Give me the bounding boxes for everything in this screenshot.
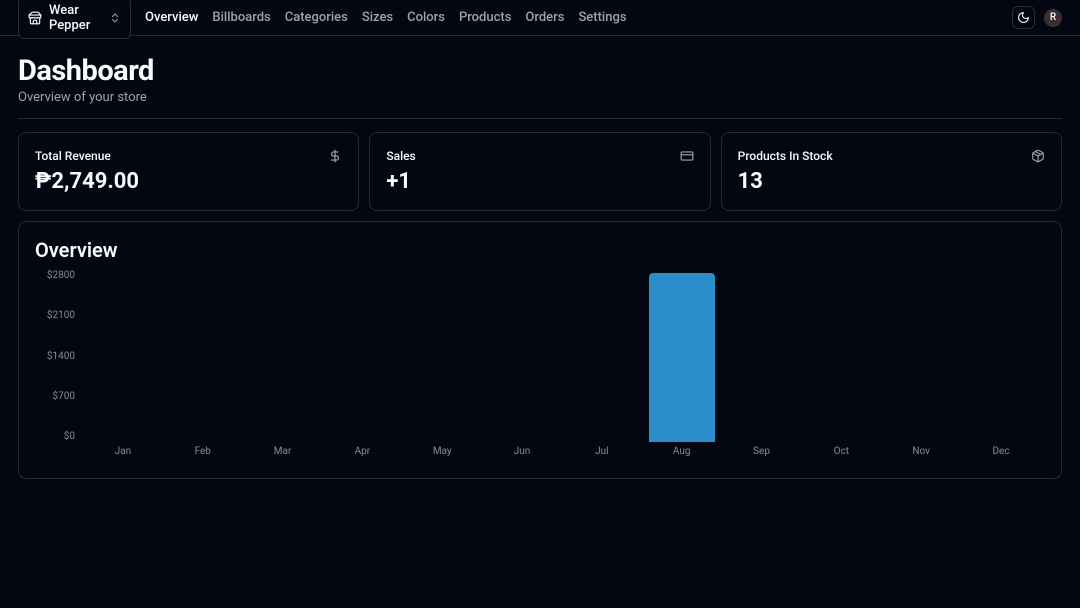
chart-x-axis: JanFebMarAprMayJunJulAugSepOctNovDec <box>83 446 1041 457</box>
x-tick: Sep <box>722 446 802 457</box>
overview-title: Overview <box>35 238 1045 262</box>
y-tick: $0 <box>64 431 75 442</box>
card-stock-label: Products In Stock <box>738 149 833 163</box>
nav-overview[interactable]: Overview <box>145 10 198 25</box>
dollar-icon <box>328 149 342 163</box>
x-tick: Jun <box>482 446 562 457</box>
card-revenue: Total Revenue ₱2,749.00 <box>18 132 359 211</box>
card-head: Products In Stock <box>738 149 1045 163</box>
page-content: Dashboard Overview of your store Total R… <box>0 36 1080 497</box>
bar-slot <box>881 270 961 442</box>
bar-slot <box>402 270 482 442</box>
package-icon <box>1031 149 1045 163</box>
bar-slot <box>163 270 243 442</box>
x-tick: Jan <box>83 446 163 457</box>
theme-toggle-button[interactable] <box>1012 6 1035 29</box>
x-tick: Oct <box>801 446 881 457</box>
card-head: Sales <box>386 149 693 163</box>
page-subtitle: Overview of your store <box>18 90 1062 105</box>
app-header: Wear Pepper Overview Billboards Categori… <box>0 0 1080 36</box>
bar-slot <box>722 270 802 442</box>
store-name: Wear Pepper <box>49 3 102 33</box>
bar-slot <box>83 270 163 442</box>
x-tick: Dec <box>961 446 1041 457</box>
chart-y-axis: $2800 $2100 $1400 $700 $0 <box>35 270 75 442</box>
card-head: Total Revenue <box>35 149 342 163</box>
chart-plot-area <box>83 270 1041 442</box>
card-stock: Products In Stock 13 <box>721 132 1062 211</box>
card-sales-value: +1 <box>386 169 693 194</box>
bar-slot <box>482 270 562 442</box>
page-title: Dashboard <box>18 54 1062 88</box>
store-switcher[interactable]: Wear Pepper <box>18 0 131 39</box>
x-tick: Aug <box>642 446 722 457</box>
x-tick: Apr <box>322 446 402 457</box>
main-nav: Overview Billboards Categories Sizes Col… <box>145 10 627 25</box>
x-tick: May <box>402 446 482 457</box>
chart-bar <box>649 273 715 442</box>
y-tick: $2100 <box>47 310 75 321</box>
header-right: R <box>1012 6 1062 29</box>
x-tick: Feb <box>163 446 243 457</box>
bar-slot <box>642 270 722 442</box>
card-stock-value: 13 <box>738 169 1045 194</box>
moon-icon <box>1017 11 1030 24</box>
avatar-initial: R <box>1050 12 1056 23</box>
nav-products[interactable]: Products <box>459 10 511 25</box>
revenue-chart: $2800 $2100 $1400 $700 $0 JanFebMarAprMa… <box>35 270 1045 470</box>
nav-colors[interactable]: Colors <box>407 10 445 25</box>
credit-card-icon <box>680 149 694 163</box>
store-icon <box>28 11 42 25</box>
card-revenue-label: Total Revenue <box>35 149 111 163</box>
bar-slot <box>801 270 881 442</box>
chevrons-up-down-icon <box>109 12 121 24</box>
overview-card: Overview $2800 $2100 $1400 $700 $0 JanFe… <box>18 221 1062 479</box>
bar-slot <box>322 270 402 442</box>
card-sales-label: Sales <box>386 149 415 163</box>
y-tick: $700 <box>53 391 75 402</box>
y-tick: $1400 <box>47 351 75 362</box>
nav-sizes[interactable]: Sizes <box>362 10 393 25</box>
card-sales: Sales +1 <box>369 132 710 211</box>
nav-billboards[interactable]: Billboards <box>212 10 270 25</box>
stat-cards: Total Revenue ₱2,749.00 Sales +1 Product… <box>18 132 1062 211</box>
divider <box>18 118 1062 119</box>
x-tick: Mar <box>243 446 323 457</box>
bar-slot <box>562 270 642 442</box>
nav-categories[interactable]: Categories <box>285 10 348 25</box>
card-revenue-value: ₱2,749.00 <box>35 169 342 194</box>
avatar[interactable]: R <box>1044 9 1062 27</box>
header-left: Wear Pepper Overview Billboards Categori… <box>18 0 627 39</box>
nav-settings[interactable]: Settings <box>578 10 626 25</box>
bar-slot <box>961 270 1041 442</box>
y-tick: $2800 <box>47 270 75 281</box>
x-tick: Jul <box>562 446 642 457</box>
nav-orders[interactable]: Orders <box>525 10 564 25</box>
x-tick: Nov <box>881 446 961 457</box>
bar-slot <box>243 270 323 442</box>
